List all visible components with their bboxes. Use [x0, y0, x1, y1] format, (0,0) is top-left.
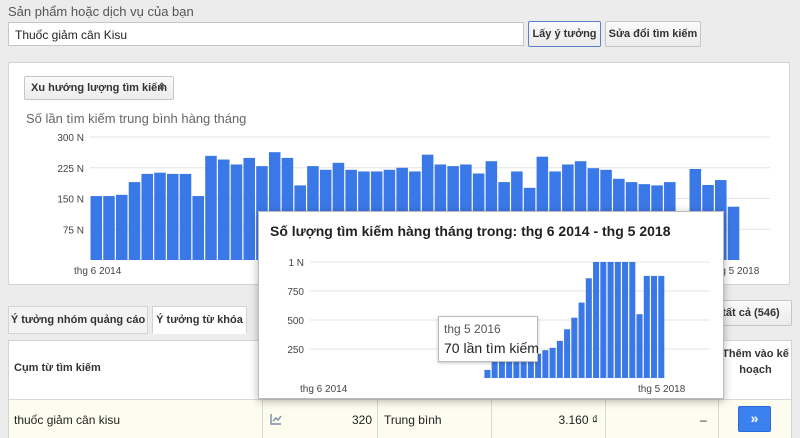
tooltip-value: 70 lần tìm kiếm [444, 340, 539, 356]
bar [614, 262, 621, 378]
y-tick-label: 500 [287, 316, 304, 327]
x-tick-label: thg 5 2018 [638, 384, 686, 395]
bar [600, 262, 607, 378]
bar [629, 262, 636, 378]
bar [607, 262, 614, 378]
y-tick-label: 1 N [288, 258, 304, 269]
bar [636, 314, 643, 378]
bar [658, 275, 665, 378]
bar [542, 350, 549, 378]
bar [571, 317, 578, 378]
tooltip-date: thg 5 2016 [444, 322, 501, 336]
bar [651, 275, 658, 378]
bar [643, 275, 650, 378]
x-tick-label: thg 6 2014 [300, 384, 348, 395]
y-tick-label: 250 [287, 345, 304, 356]
bar [484, 369, 491, 378]
bar [585, 278, 592, 378]
popup-chart: 250 500 750 1 N thg 6 2014 thg 5 2018 [287, 258, 710, 395]
bar [593, 262, 600, 378]
bar [549, 347, 556, 378]
y-tick-label: 750 [287, 287, 304, 298]
bar [578, 302, 585, 378]
bar [564, 329, 571, 378]
bar [556, 340, 563, 378]
bar [622, 262, 629, 378]
